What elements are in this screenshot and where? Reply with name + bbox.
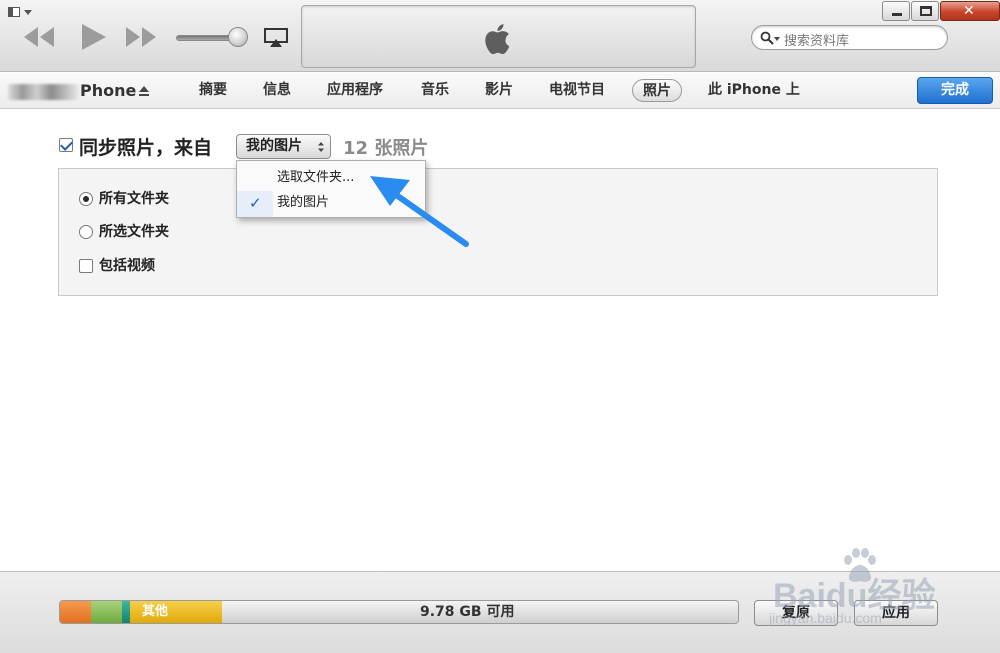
done-button[interactable]: 完成 — [917, 77, 993, 104]
tab-photos[interactable]: 照片 — [632, 79, 682, 102]
tab-movies[interactable]: 影片 — [485, 79, 513, 102]
capacity-segment-orange — [60, 601, 91, 623]
play-icon — [82, 24, 106, 50]
checkmark-icon: ✓ — [249, 194, 262, 212]
airplay-icon — [264, 28, 288, 47]
sync-photos-checkbox[interactable] — [59, 138, 73, 152]
next-icon — [126, 27, 156, 47]
capacity-segment-teal — [122, 601, 130, 623]
minimize-button[interactable] — [882, 1, 910, 21]
toolbar: 搜索资料库 ✕ — [0, 0, 1000, 72]
tab-music[interactable]: 音乐 — [421, 79, 449, 102]
previous-button[interactable] — [22, 24, 56, 50]
tab-info[interactable]: 信息 — [263, 79, 291, 102]
menu-item-label: 选取文件夹... — [277, 170, 355, 185]
menu-toggle-icon[interactable] — [8, 6, 38, 20]
all-folders-label: 所有文件夹 — [99, 191, 169, 207]
device-name: Phone — [80, 81, 137, 100]
volume-knob[interactable] — [228, 27, 248, 47]
tab-summary[interactable]: 摘要 — [199, 79, 227, 102]
close-button[interactable]: ✕ — [940, 1, 1000, 21]
search-input[interactable]: 搜索资料库 — [784, 30, 849, 49]
airplay-button[interactable] — [264, 28, 288, 48]
minimize-icon — [892, 13, 902, 16]
status-display — [301, 5, 696, 68]
annotation-arrow-icon — [370, 176, 469, 247]
previous-icon — [24, 27, 54, 47]
capacity-other-label: 其他 — [142, 604, 169, 619]
selected-folders-label: 所选文件夹 — [99, 224, 169, 240]
capacity-bar: 其他 9.78 GB 可用 — [59, 600, 739, 624]
capacity-segment-green — [91, 601, 122, 623]
blurred-device-name — [8, 84, 80, 100]
watermark-url: jingyan.baidu.com — [769, 610, 882, 626]
include-videos-label: 包括视频 — [99, 258, 155, 274]
volume-slider[interactable] — [176, 27, 248, 47]
next-button[interactable] — [124, 24, 158, 50]
tab-on-this-iphone[interactable]: 此 iPhone 上 — [708, 79, 800, 102]
play-button[interactable] — [78, 22, 108, 52]
photo-source-select[interactable]: 我的图片 — [236, 134, 331, 159]
sync-options-panel: 所有文件夹 所选文件夹 包括视频 — [58, 168, 938, 296]
include-videos-checkbox[interactable] — [79, 259, 93, 273]
search-box[interactable]: 搜索资料库 — [751, 25, 948, 50]
eject-icon[interactable] — [138, 85, 150, 97]
select-arrows-icon — [318, 142, 324, 152]
sync-photos-label: 同步照片，来自 — [79, 137, 213, 159]
apple-logo-icon — [485, 24, 510, 55]
tab-apps[interactable]: 应用程序 — [327, 79, 383, 102]
maximize-icon — [920, 6, 932, 16]
maximize-button[interactable] — [911, 1, 939, 21]
search-scope-caret-icon[interactable] — [774, 37, 780, 41]
close-icon: ✕ — [963, 3, 975, 19]
tab-tv-shows[interactable]: 电视节目 — [549, 79, 605, 102]
baidu-watermark: Baidu经验 jingyan.baidu.com — [765, 548, 995, 648]
photo-count: 12 张照片 — [343, 138, 429, 159]
all-folders-radio[interactable] — [79, 192, 93, 206]
menu-item-label: 我的图片 — [277, 195, 330, 210]
capacity-free-label: 9.78 GB 可用 — [420, 604, 515, 620]
photo-source-value: 我的图片 — [246, 138, 302, 154]
device-tab-bar: Phone 摘要 信息 应用程序 音乐 影片 电视节目 照片 此 iPhone … — [0, 73, 1000, 109]
selected-folders-radio[interactable] — [79, 225, 93, 239]
search-icon — [760, 31, 774, 45]
